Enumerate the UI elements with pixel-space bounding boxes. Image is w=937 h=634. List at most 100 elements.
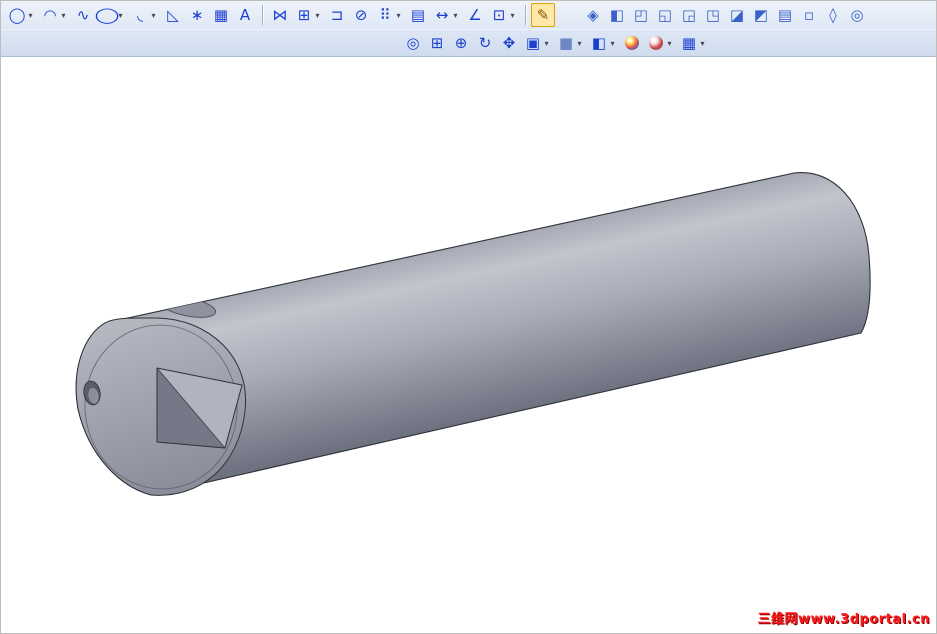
chamfer-feature-icon: ◩ <box>753 6 769 24</box>
toolbar-group: ◯ ▾ ◠ ▾ ∿ ◯ ▾ ◟ ▾ ◺ ∗ ▦ A <box>5 3 257 27</box>
draft-feature-icon: ◊ <box>829 6 837 24</box>
measure-tool-button[interactable]: ∠ <box>463 3 487 27</box>
zoom-to-fit-icon: ◎ <box>406 34 420 52</box>
convert-entities-tool-icon: ⊞ <box>297 6 311 24</box>
point-tool-icon: ∗ <box>190 6 204 24</box>
convert-entities-tool-button[interactable]: ⊞ ▾ <box>292 3 325 27</box>
lofted-boss-feature-icon: ◳ <box>705 6 721 24</box>
swept-boss-feature-button[interactable]: ◲ <box>677 3 701 27</box>
standard-views-dropdown[interactable]: ▾ <box>542 39 551 48</box>
toolbar-area: ◯ ▾ ◠ ▾ ∿ ◯ ▾ ◟ ▾ ◺ ∗ ▦ A ⋈ ⊞ ▾ ⊐ ⊘ ⠿ ▾ ▤ ↔ ▾ ∠ ⊡ ▾ ✎ ◈ ◧ ◰ ◱ ◲ ◳ ◪ ◩ ▤ ▫ ◊ ◎ … <box>1 1 936 57</box>
draft-feature-button[interactable]: ◊ <box>821 3 845 27</box>
sketch-fillet-tool-button[interactable]: ◟ ▾ <box>128 3 161 27</box>
sketch-fillet-tool-dropdown[interactable]: ▾ <box>149 11 158 20</box>
section-view-dropdown[interactable]: ▾ <box>608 39 617 48</box>
zoom-to-fit-button[interactable]: ◎ <box>401 31 425 55</box>
pan-view-icon: ✥ <box>502 34 516 52</box>
shell-feature-button[interactable]: ▫ <box>797 3 821 27</box>
sketch-mode-button[interactable]: ✎ <box>531 3 555 27</box>
graphics-viewport[interactable]: 三维网www.3dportal.cn <box>1 57 936 633</box>
sketch-mode-icon: ✎ <box>536 6 550 24</box>
rotate-view-button[interactable]: ↻ <box>473 31 497 55</box>
fillet-feature-button[interactable]: ◪ <box>725 3 749 27</box>
shaded-display-button[interactable]: ■ ▾ <box>554 31 587 55</box>
scene-settings-icon: ▦ <box>681 34 697 52</box>
centerpoint-arc-tool-button[interactable]: ◠ ▾ <box>38 3 71 27</box>
move-entities-tool-icon: ↔ <box>435 6 449 24</box>
zoom-to-area-button[interactable]: ⊞ <box>425 31 449 55</box>
sketch-chamfer-tool-button[interactable]: ◺ <box>161 3 185 27</box>
toolbar-group: ◎ ⊞ ⊕ ↻ ✥ ▣ ▾ ■ ▾ ◧ ▾ ▾ ▦ ▾ <box>401 31 710 55</box>
chamfer-feature-button[interactable]: ◩ <box>749 3 773 27</box>
sketch-text-tool-button[interactable]: A <box>233 3 257 27</box>
rib-feature-icon: ▤ <box>777 6 793 24</box>
model-3d-cylinder[interactable] <box>1 57 936 633</box>
extruded-boss-feature-icon: ◈ <box>587 6 599 24</box>
scene-settings-button[interactable]: ▦ ▾ <box>677 31 710 55</box>
standard-views-button[interactable]: ▣ ▾ <box>521 31 554 55</box>
measure-tool-icon: ∠ <box>468 6 482 24</box>
ellipse-tool-button[interactable]: ◯ ▾ <box>94 3 128 27</box>
linear-pattern-tool-button[interactable]: ⠿ ▾ <box>373 3 406 27</box>
mirror-entities-tool-icon: ⋈ <box>272 6 288 24</box>
scene-settings-dropdown[interactable]: ▾ <box>698 39 707 48</box>
rib-feature-button[interactable]: ▤ <box>773 3 797 27</box>
fillet-feature-icon: ◪ <box>729 6 745 24</box>
circle-tool-button[interactable]: ◯ ▾ <box>5 3 38 27</box>
lofted-boss-feature-button[interactable]: ◳ <box>701 3 725 27</box>
swept-boss-feature-icon: ◲ <box>681 6 697 24</box>
shell-feature-icon: ▫ <box>803 6 815 24</box>
toolbar-separator <box>262 5 263 25</box>
toolbar-group: ◈ ◧ ◰ ◱ ◲ ◳ ◪ ◩ ▤ ▫ ◊ ◎ <box>581 3 869 27</box>
appearances-icon <box>649 36 663 50</box>
section-view-button[interactable]: ◧ ▾ <box>587 31 620 55</box>
hole-wizard-feature-button[interactable]: ◎ <box>845 3 869 27</box>
standard-views-icon: ▣ <box>525 34 541 52</box>
toolbar-group: ✎ <box>531 3 555 27</box>
centerpoint-arc-tool-icon: ◠ <box>43 6 57 24</box>
spline-tool-button[interactable]: ∿ <box>71 3 95 27</box>
move-entities-tool-dropdown[interactable]: ▾ <box>451 11 460 20</box>
revolved-boss-feature-icon: ◰ <box>633 6 649 24</box>
plane-grid-tool-button[interactable]: ▦ <box>209 3 233 27</box>
extruded-cut-feature-button[interactable]: ◧ <box>605 3 629 27</box>
appearances-button[interactable]: ▾ <box>644 31 677 55</box>
convert-entities-tool-dropdown[interactable]: ▾ <box>313 11 322 20</box>
construction-geometry-tool-button[interactable]: ▤ <box>406 3 430 27</box>
offset-entities-tool-icon: ⊐ <box>330 6 344 24</box>
sketch-settings-tool-button[interactable]: ⊡ ▾ <box>487 3 520 27</box>
sketch-text-tool-icon: A <box>239 6 251 24</box>
centerpoint-arc-tool-dropdown[interactable]: ▾ <box>59 11 68 20</box>
revolved-cut-feature-icon: ◱ <box>657 6 673 24</box>
solidworks-window: ◯ ▾ ◠ ▾ ∿ ◯ ▾ ◟ ▾ ◺ ∗ ▦ A ⋈ ⊞ ▾ ⊐ ⊘ ⠿ ▾ ▤ ↔ ▾ ∠ ⊡ ▾ ✎ ◈ ◧ ◰ ◱ ◲ ◳ ◪ ◩ ▤ ▫ ◊ ◎ … <box>0 0 937 634</box>
trim-entities-tool-button[interactable]: ⊘ <box>349 3 373 27</box>
appearances-dropdown[interactable]: ▾ <box>665 39 674 48</box>
revolved-boss-feature-button[interactable]: ◰ <box>629 3 653 27</box>
zoom-in-out-button[interactable]: ⊕ <box>449 31 473 55</box>
sketch-settings-tool-icon: ⊡ <box>492 6 506 24</box>
view-toolbar: ◎ ⊞ ⊕ ↻ ✥ ▣ ▾ ■ ▾ ◧ ▾ ▾ ▦ ▾ <box>1 29 936 56</box>
extruded-boss-feature-button[interactable]: ◈ <box>581 3 605 27</box>
sketch-settings-tool-dropdown[interactable]: ▾ <box>508 11 517 20</box>
sketch-chamfer-tool-icon: ◺ <box>167 6 179 24</box>
spline-tool-icon: ∿ <box>76 6 90 24</box>
mirror-entities-tool-button[interactable]: ⋈ <box>268 3 292 27</box>
revolved-cut-feature-button[interactable]: ◱ <box>653 3 677 27</box>
circle-tool-dropdown[interactable]: ▾ <box>26 11 35 20</box>
rotate-view-icon: ↻ <box>478 34 492 52</box>
toolbar-group: ⋈ ⊞ ▾ ⊐ ⊘ ⠿ ▾ ▤ ↔ ▾ ∠ ⊡ ▾ <box>268 3 520 27</box>
circle-tool-icon: ◯ <box>8 6 26 24</box>
sketch-fillet-tool-icon: ◟ <box>137 6 143 24</box>
point-tool-button[interactable]: ∗ <box>185 3 209 27</box>
offset-entities-tool-button[interactable]: ⊐ <box>325 3 349 27</box>
realview-graphics-icon <box>625 36 639 50</box>
move-entities-tool-button[interactable]: ↔ ▾ <box>430 3 463 27</box>
section-view-icon: ◧ <box>591 34 607 52</box>
shaded-display-dropdown[interactable]: ▾ <box>575 39 584 48</box>
toolbar-separator <box>525 5 526 25</box>
realview-graphics-button[interactable] <box>620 31 644 55</box>
shaded-display-icon: ■ <box>558 34 574 52</box>
linear-pattern-tool-icon: ⠿ <box>379 6 391 24</box>
linear-pattern-tool-dropdown[interactable]: ▾ <box>394 11 403 20</box>
pan-view-button[interactable]: ✥ <box>497 31 521 55</box>
